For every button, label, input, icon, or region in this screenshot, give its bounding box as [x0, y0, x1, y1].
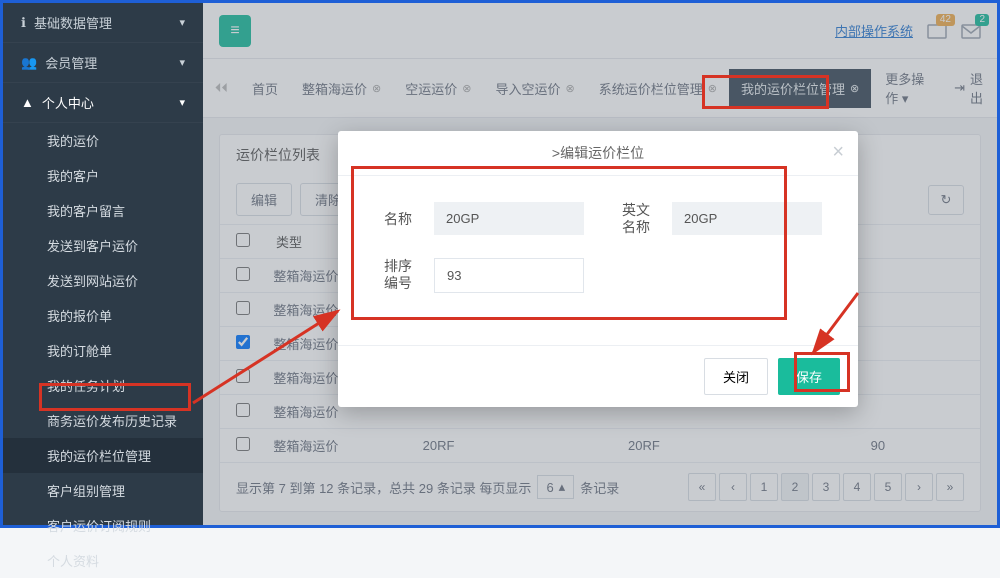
sidebar-group-basic-data[interactable]: ℹ 基础数据管理 ▾ — [3, 3, 203, 43]
field-label-name: 名称 — [368, 209, 412, 229]
user-icon: ▲ — [21, 95, 34, 110]
name-input[interactable] — [434, 202, 584, 235]
sidebar-item[interactable]: 我的任务计划 — [3, 368, 203, 403]
users-icon: 👥 — [21, 55, 37, 71]
modal-title: >编辑运价栏位 — [552, 145, 644, 161]
ename-input[interactable] — [672, 202, 822, 235]
sidebar-item[interactable]: 客户运价订阅规则 — [3, 508, 203, 543]
modal-close-button[interactable]: 关闭 — [704, 358, 768, 395]
sidebar-item[interactable]: 发送到网站运价 — [3, 263, 203, 298]
field-label-ename: 英文 名称 — [606, 202, 650, 236]
sidebar-group-members[interactable]: 👥 会员管理 ▾ — [3, 43, 203, 83]
sidebar-item[interactable]: 客户组别管理 — [3, 473, 203, 508]
info-icon: ℹ — [21, 15, 26, 31]
sidebar-item[interactable]: 我的运价 — [3, 123, 203, 158]
chevron-down-icon: ▾ — [179, 96, 185, 109]
field-label-sort: 排序 编号 — [368, 258, 412, 292]
sidebar-group-label: 会员管理 — [45, 53, 97, 72]
sidebar-item[interactable]: 我的订舱单 — [3, 333, 203, 368]
sidebar-item[interactable]: 我的客户留言 — [3, 193, 203, 228]
sidebar-item[interactable]: 商务运价发布历史记录 — [3, 403, 203, 438]
edit-modal: >编辑运价栏位 × 名称 英文 名称 排序 编号 关闭 保存 — [338, 131, 858, 407]
chevron-down-icon: ▾ — [179, 56, 185, 69]
modal-header: >编辑运价栏位 × — [338, 131, 858, 176]
sidebar-subitems: 我的运价我的客户我的客户留言发送到客户运价发送到网站运价我的报价单我的订舱单我的… — [3, 123, 203, 578]
modal-save-button[interactable]: 保存 — [778, 358, 840, 395]
sidebar-item[interactable]: 发送到客户运价 — [3, 228, 203, 263]
chevron-down-icon: ▾ — [179, 16, 185, 29]
sidebar-item[interactable]: 个人资料 — [3, 543, 203, 578]
sort-input[interactable] — [434, 258, 584, 293]
sidebar: ℹ 基础数据管理 ▾ 👥 会员管理 ▾ ▲ 个人中心 ▾ 我的运价我的客户我的客… — [3, 3, 203, 525]
sidebar-group-personal[interactable]: ▲ 个人中心 ▾ — [3, 83, 203, 123]
sidebar-item[interactable]: 我的报价单 — [3, 298, 203, 333]
sidebar-item[interactable]: 我的运价栏位管理 — [3, 438, 203, 473]
sidebar-group-label: 个人中心 — [42, 93, 94, 112]
sidebar-group-label: 基础数据管理 — [34, 13, 112, 32]
sidebar-item[interactable]: 我的客户 — [3, 158, 203, 193]
close-icon[interactable]: × — [832, 141, 844, 164]
